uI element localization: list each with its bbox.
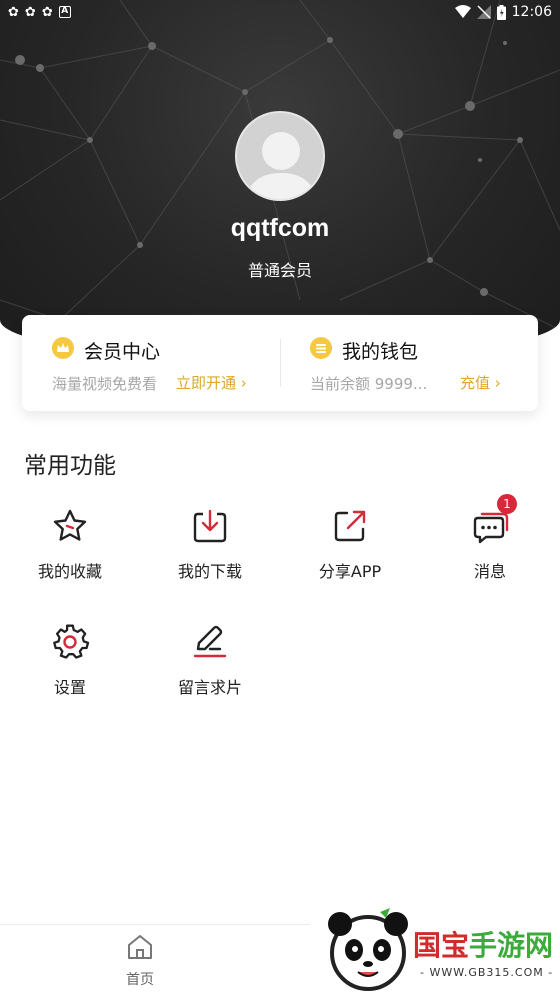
chevron-right-icon: ›	[494, 374, 501, 392]
feature-downloads[interactable]: 我的下载	[150, 506, 270, 582]
recharge-link[interactable]: 充值 ›	[460, 372, 501, 393]
watermark-text: 国宝手游网	[413, 929, 554, 962]
bug-icon: ✿	[41, 4, 53, 20]
feature-label: 我的收藏	[37, 562, 102, 581]
gear-icon	[50, 622, 90, 662]
member-level: 普通会员	[247, 261, 312, 280]
recharge-label: 充值	[460, 374, 491, 392]
card-divider	[280, 339, 281, 387]
wallet-icon	[310, 337, 332, 359]
vip-center-entry[interactable]: 会员中心 海量视频免费看 立即开通 ›	[52, 315, 280, 411]
bug-icon: ✿	[24, 4, 36, 20]
site-watermark: 国宝手游网 - WWW.GB315.COM -	[310, 906, 560, 997]
feature-label: 我的下载	[177, 562, 242, 581]
star-icon	[50, 506, 90, 546]
open-vip-link[interactable]: 立即开通 ›	[176, 372, 247, 393]
feature-favorites[interactable]: 我的收藏	[10, 506, 130, 582]
chevron-right-icon: ›	[240, 374, 247, 392]
feature-request-movie[interactable]: 留言求片	[150, 622, 270, 698]
wallet-entry[interactable]: 我的钱包 当前余额 9999... 充值 ›	[310, 315, 520, 411]
vip-center-title: 会员中心	[84, 341, 161, 363]
feature-messages[interactable]: 1 消息	[430, 494, 550, 582]
feature-settings[interactable]: 设置	[10, 622, 130, 698]
feature-label: 设置	[53, 678, 86, 697]
battery-icon	[496, 4, 506, 20]
wifi-icon	[454, 5, 471, 18]
home-icon	[128, 935, 152, 959]
feature-label: 留言求片	[177, 678, 242, 697]
edit-icon	[190, 622, 230, 662]
feature-label: 消息	[473, 562, 506, 581]
profile-header: ✿ ✿ ✿ A 12:06 qqtfcom 普通会员	[0, 0, 560, 360]
wallet-balance: 当前余额 9999...	[310, 375, 428, 393]
share-icon	[330, 506, 370, 546]
username: qqtfcom	[230, 214, 330, 242]
tab-home-label: 首页	[126, 972, 154, 988]
feature-label: 分享APP	[318, 562, 382, 581]
feature-share-app[interactable]: 分享APP	[290, 506, 410, 582]
panda-logo	[328, 908, 408, 991]
clock: 12:06	[511, 4, 552, 20]
crown-icon	[52, 337, 74, 359]
unread-count-badge: 1	[497, 494, 517, 514]
message-icon: 1	[470, 494, 517, 546]
vip-center-subtitle: 海量视频免费看	[52, 375, 158, 393]
wallet-title: 我的钱包	[342, 341, 419, 363]
watermark-url: - WWW.GB315.COM -	[420, 966, 554, 979]
signal-icon	[476, 5, 491, 19]
bug-icon: ✿	[8, 4, 19, 20]
member-card: 会员中心 海量视频免费看 立即开通 › 我的钱包 当前余额 9999... 充值…	[22, 315, 538, 411]
open-vip-label: 立即开通	[176, 374, 237, 392]
avatar[interactable]	[235, 111, 325, 201]
notification-badge-icon: A	[58, 6, 71, 18]
user-placeholder-icon	[245, 132, 317, 199]
section-title-common-functions: 常用功能	[24, 453, 116, 479]
download-icon	[190, 506, 230, 546]
tab-home[interactable]: 首页	[100, 933, 180, 989]
status-bar: ✿ ✿ ✿ A 12:06	[0, 0, 560, 24]
